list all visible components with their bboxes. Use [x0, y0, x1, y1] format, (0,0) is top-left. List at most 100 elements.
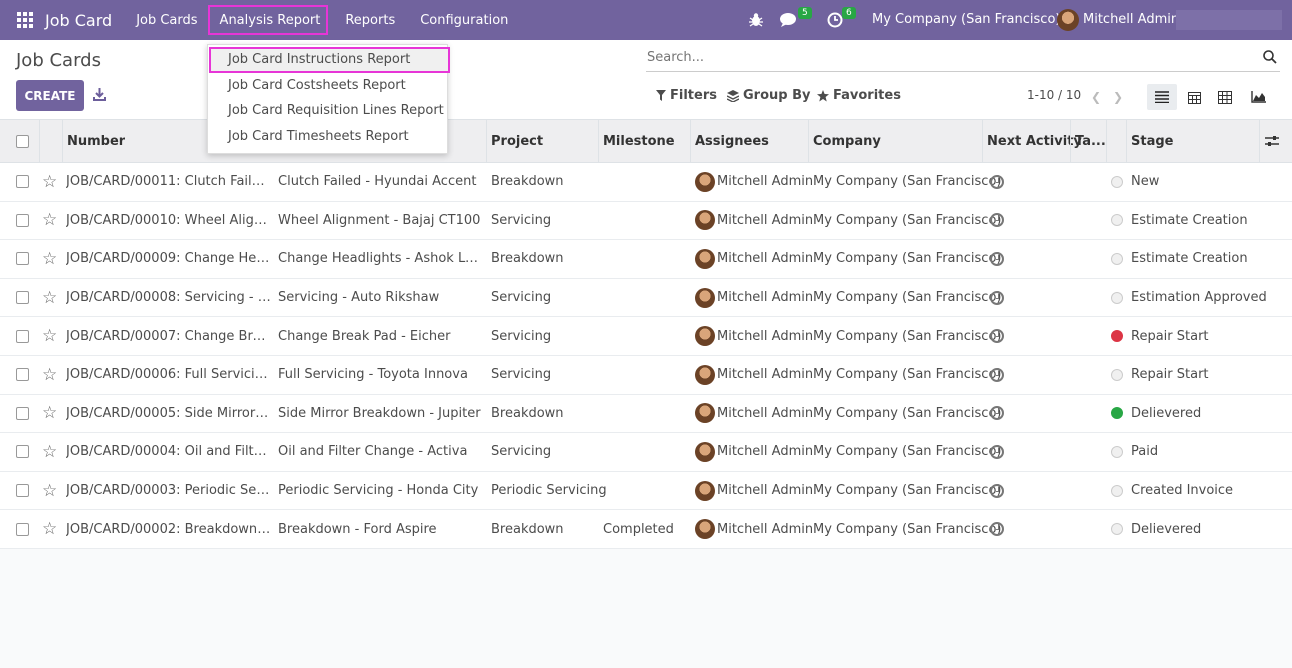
table-row[interactable]: ☆ JOB/CARD/00007: Change Brea... Change Br… — [0, 317, 1292, 356]
kanban-state-icon[interactable] — [1111, 445, 1123, 458]
activity-clock-icon[interactable] — [990, 522, 1004, 537]
kanban-state-icon[interactable] — [1111, 252, 1123, 265]
job-cards-table: Number Project Milestone Assignees Compa… — [0, 119, 1292, 549]
table-row[interactable]: ☆ JOB/CARD/00003: Periodic Servi... Period… — [0, 471, 1292, 511]
favorites-button[interactable]: Favorites — [817, 88, 901, 103]
optional-columns-icon[interactable] — [1265, 120, 1279, 162]
list-view-icon[interactable] — [1147, 84, 1177, 110]
cell-stage: Estimate Creation — [1131, 251, 1248, 267]
app-brand[interactable]: Job Card — [45, 11, 112, 30]
cell-number: JOB/CARD/00008: Servicing - Au... — [66, 290, 272, 306]
pager-value[interactable]: 1-10 / 10 — [1027, 88, 1081, 102]
company-switcher[interactable]: My Company (San Francisco) — [872, 12, 1060, 27]
kanban-state-icon[interactable] — [1111, 407, 1123, 420]
row-checkbox[interactable] — [16, 252, 29, 266]
table-row[interactable]: ☆ JOB/CARD/00009: Change Head... Change He… — [0, 240, 1292, 279]
priority-star-icon[interactable]: ☆ — [42, 172, 57, 192]
table-row[interactable]: ☆ JOB/CARD/00004: Oil and Filter ... Oil a… — [0, 433, 1292, 472]
group-by-button[interactable]: Group By — [727, 88, 810, 103]
header-company[interactable]: Company — [813, 120, 881, 162]
kanban-state-icon[interactable] — [1111, 330, 1123, 343]
cell-project: Servicing — [491, 328, 552, 344]
messaging-icon[interactable] — [780, 12, 798, 28]
header-tags[interactable]: Ta... — [1075, 120, 1106, 162]
row-checkbox[interactable] — [16, 445, 29, 459]
download-icon[interactable] — [93, 88, 106, 101]
cell-company: My Company (San Francisco) — [813, 328, 1002, 344]
assignee-avatar — [695, 480, 715, 501]
search-input[interactable] — [646, 46, 1236, 68]
assignee-avatar — [695, 441, 715, 462]
activity-clock-icon[interactable] — [990, 213, 1004, 228]
table-row[interactable]: ☆ JOB/CARD/00011: Clutch Failed ... Clutch… — [0, 163, 1292, 202]
header-next-activity[interactable]: Next Activity — [987, 120, 1082, 162]
activity-clock-icon[interactable] — [827, 12, 843, 28]
row-checkbox[interactable] — [16, 175, 29, 189]
filters-button[interactable]: Filters — [656, 88, 717, 103]
kanban-state-icon[interactable] — [1111, 523, 1123, 536]
menu-configuration[interactable]: Configuration — [420, 13, 508, 28]
menu-reports[interactable]: Reports — [345, 13, 395, 28]
activity-clock-icon[interactable] — [990, 367, 1004, 382]
pager-next-icon[interactable]: ❯ — [1113, 90, 1123, 104]
header-project[interactable]: Project — [491, 120, 543, 162]
row-checkbox[interactable] — [16, 522, 29, 536]
dropdown-item-requisition-lines-report[interactable]: Job Card Requisition Lines Report — [228, 103, 444, 118]
activity-clock-icon[interactable] — [990, 444, 1004, 459]
priority-star-icon[interactable]: ☆ — [42, 326, 57, 346]
header-stage[interactable]: Stage — [1131, 120, 1173, 162]
kanban-state-icon[interactable] — [1111, 484, 1123, 497]
search-icon[interactable] — [1263, 50, 1277, 64]
row-checkbox[interactable] — [16, 406, 29, 420]
kanban-state-icon[interactable] — [1111, 175, 1123, 188]
table-row[interactable]: ☆ JOB/CARD/00006: Full Servicing ... Full … — [0, 355, 1292, 395]
table-row[interactable]: ☆ JOB/CARD/00010: Wheel Align... Wheel Ali… — [0, 201, 1292, 241]
row-checkbox[interactable] — [16, 484, 29, 498]
priority-star-icon[interactable]: ☆ — [42, 210, 57, 230]
kanban-state-icon[interactable] — [1111, 214, 1123, 227]
table-row[interactable]: ☆ JOB/CARD/00002: Breakdown - ... Breakdow… — [0, 510, 1292, 549]
app-menu-icon[interactable] — [17, 12, 33, 28]
dropdown-item-costsheets-report[interactable]: Job Card Costsheets Report — [228, 78, 406, 93]
priority-star-icon[interactable]: ☆ — [42, 288, 57, 308]
debug-bug-icon[interactable] — [749, 12, 763, 28]
user-avatar[interactable] — [1057, 9, 1079, 31]
cell-company: My Company (San Francisco) — [813, 367, 1002, 383]
menu-analysis-report[interactable]: Analysis Report — [207, 5, 329, 35]
dropdown-item-instructions-report[interactable]: Job Card Instructions Report — [228, 52, 410, 67]
activity-clock-icon[interactable] — [990, 174, 1004, 189]
row-checkbox[interactable] — [16, 291, 29, 305]
priority-star-icon[interactable]: ☆ — [42, 249, 57, 269]
activity-clock-icon[interactable] — [990, 251, 1004, 266]
activity-clock-icon[interactable] — [990, 290, 1004, 305]
create-button[interactable]: CREATE — [16, 80, 84, 111]
activity-clock-icon[interactable] — [990, 329, 1004, 344]
pivot-view-icon[interactable] — [1210, 84, 1240, 110]
kanban-state-icon[interactable] — [1111, 368, 1123, 381]
control-panel: Job Cards CREATE Filters Group By Favori… — [0, 40, 1292, 119]
row-checkbox[interactable] — [16, 329, 29, 343]
priority-star-icon[interactable]: ☆ — [42, 365, 57, 385]
calendar-view-icon[interactable] — [1179, 84, 1209, 110]
menu-job-cards[interactable]: Job Cards — [136, 13, 197, 28]
row-checkbox[interactable] — [16, 213, 29, 227]
activity-clock-icon[interactable] — [990, 406, 1004, 421]
table-row[interactable]: ☆ JOB/CARD/00005: Side Mirror B... Side Mi… — [0, 394, 1292, 434]
graph-view-icon[interactable] — [1243, 84, 1273, 110]
pager-previous-icon[interactable]: ❮ — [1091, 90, 1101, 104]
header-assignees[interactable]: Assignees — [695, 120, 769, 162]
cell-stage: Delievered — [1131, 405, 1202, 421]
priority-star-icon[interactable]: ☆ — [42, 403, 57, 423]
activity-clock-icon[interactable] — [990, 483, 1004, 498]
table-row[interactable]: ☆ JOB/CARD/00008: Servicing - Au... Servic… — [0, 278, 1292, 318]
priority-star-icon[interactable]: ☆ — [42, 519, 57, 539]
priority-star-icon[interactable]: ☆ — [42, 481, 57, 501]
priority-star-icon[interactable]: ☆ — [42, 442, 57, 462]
dropdown-item-timesheets-report[interactable]: Job Card Timesheets Report — [228, 129, 409, 144]
header-milestone[interactable]: Milestone — [603, 120, 675, 162]
select-all-checkbox[interactable] — [16, 134, 29, 148]
row-checkbox[interactable] — [16, 368, 29, 382]
user-menu[interactable]: Mitchell Admin — [1083, 12, 1179, 27]
kanban-state-icon[interactable] — [1111, 291, 1123, 304]
header-number[interactable]: Number — [67, 120, 125, 162]
